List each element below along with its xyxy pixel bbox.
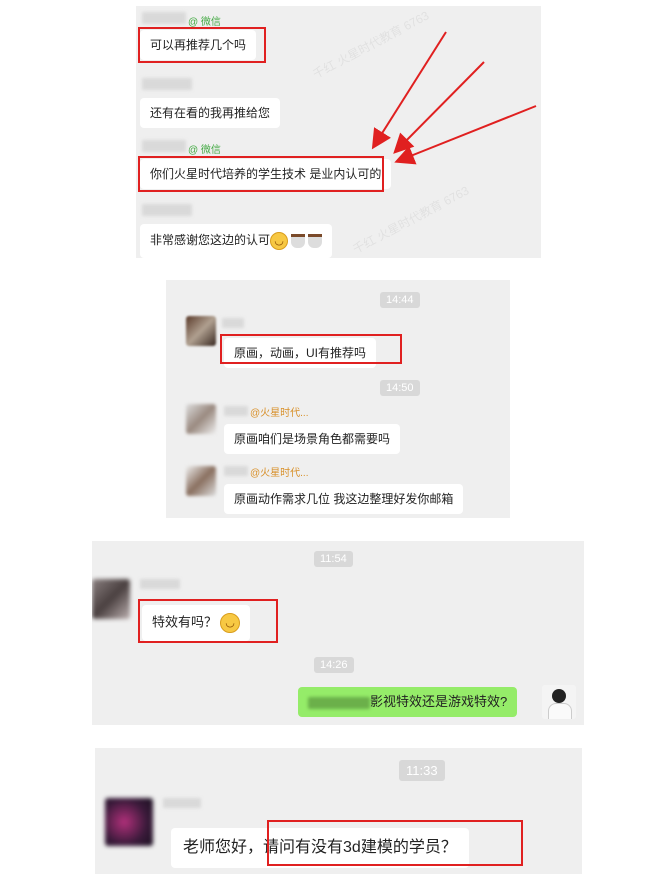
sender-name-blurred xyxy=(140,579,180,589)
red-arrows xyxy=(371,31,537,165)
avatar xyxy=(186,316,216,346)
message-bubble-sent: 影视特效还是游戏特效? xyxy=(298,687,518,717)
highlight-box xyxy=(138,599,278,643)
arrow xyxy=(394,105,537,165)
message-text: 影视特效还是游戏特效? xyxy=(370,694,508,709)
sender-name-blurred xyxy=(222,318,244,328)
arrow xyxy=(371,31,447,150)
message-bubble: 原画动作需求几位 我这边整理好发你邮箱 xyxy=(224,484,464,514)
source-label: @火星时代... xyxy=(250,468,309,479)
sender-name-blurred xyxy=(163,798,201,808)
timestamp: 14:26 xyxy=(314,657,354,673)
chat-screenshot-2: 14:44 原画，动画，UI有推荐吗 14:50 @火星时代... 原画咱们是场… xyxy=(166,280,510,518)
timestamp: 11:54 xyxy=(314,551,353,567)
avatar xyxy=(186,404,216,434)
arrow xyxy=(393,61,485,154)
chat-screenshot-3: 11:54 特效有吗？ ◡ 14:26 影视特效还是游戏特效? xyxy=(92,541,584,725)
sender-name-blurred xyxy=(224,466,248,476)
message-bubble: 原画咱们是场景角色都需要吗 xyxy=(224,424,401,454)
avatar xyxy=(542,685,576,719)
chat-screenshot-4: 11:33 老师您好，请问有没有3d建模的学员？ xyxy=(95,748,582,874)
avatar xyxy=(105,798,153,846)
timestamp: 11:33 xyxy=(399,760,445,781)
chat-screenshot-1: 千红 火星时代教育 6763 千红 火星时代教育 6763 @ 微信 可以再推荐… xyxy=(136,6,541,258)
highlight-box xyxy=(220,334,402,364)
highlight-box xyxy=(267,820,523,866)
message-text: 老师您好， xyxy=(183,839,264,856)
source-label: @火星时代... xyxy=(250,408,309,419)
avatar xyxy=(92,579,130,619)
timestamp: 14:50 xyxy=(380,380,420,396)
avatar xyxy=(186,466,216,496)
sender-name-blurred xyxy=(224,406,248,416)
timestamp: 14:44 xyxy=(380,292,420,308)
blurred-text xyxy=(308,696,370,709)
